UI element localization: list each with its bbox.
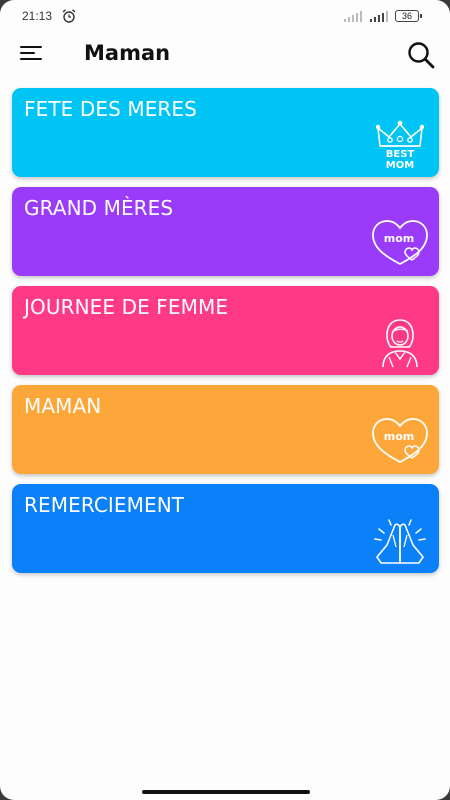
mom-heart-icon: mom xyxy=(372,418,428,464)
icon-text-mom: mom xyxy=(384,232,414,245)
signal-icon xyxy=(370,11,388,22)
category-label: JOURNEE DE FEMME xyxy=(24,295,229,319)
category-label: FETE DES MERES xyxy=(24,97,197,121)
alarm-icon xyxy=(62,9,76,23)
category-card-grand-meres[interactable]: GRAND MÈRES mom xyxy=(12,187,439,276)
battery-level: 36 xyxy=(401,11,412,21)
status-bar: 21:13 36 xyxy=(0,0,450,32)
icon-text-best: BEST xyxy=(386,149,415,160)
best-mom-crown-icon: BEST MOM xyxy=(375,120,425,171)
search-icon[interactable] xyxy=(406,40,436,70)
signal-icon xyxy=(344,11,362,22)
category-card-maman[interactable]: MAMAN mom xyxy=(12,385,439,474)
page-title: Maman xyxy=(84,41,171,65)
woman-icon xyxy=(382,319,418,368)
category-card-remerciement[interactable]: REMERCIEMENT xyxy=(12,484,439,573)
category-label: MAMAN xyxy=(24,394,102,418)
hamburger-menu-icon[interactable] xyxy=(20,42,46,64)
category-card-fete-des-meres[interactable]: FETE DES MERES BEST MOM xyxy=(12,88,439,177)
praying-hands-icon xyxy=(374,519,426,564)
category-card-journee-de-femme[interactable]: JOURNEE DE FEMME xyxy=(12,286,439,375)
phone-screen: 21:13 36 Maman FETE DES MERES BEST MOM G… xyxy=(0,0,450,800)
icon-text-mom: MOM xyxy=(386,160,414,171)
status-time: 21:13 xyxy=(22,9,53,23)
home-indicator[interactable] xyxy=(142,790,310,794)
battery-icon: 36 xyxy=(395,10,422,22)
category-list: FETE DES MERES BEST MOM GRAND MÈRES mom … xyxy=(12,88,439,583)
app-bar: Maman xyxy=(0,32,450,76)
category-label: REMERCIEMENT xyxy=(24,493,185,517)
category-label: GRAND MÈRES xyxy=(24,196,174,220)
icon-text-mom: mom xyxy=(384,430,414,443)
mom-heart-icon: mom xyxy=(372,220,428,266)
